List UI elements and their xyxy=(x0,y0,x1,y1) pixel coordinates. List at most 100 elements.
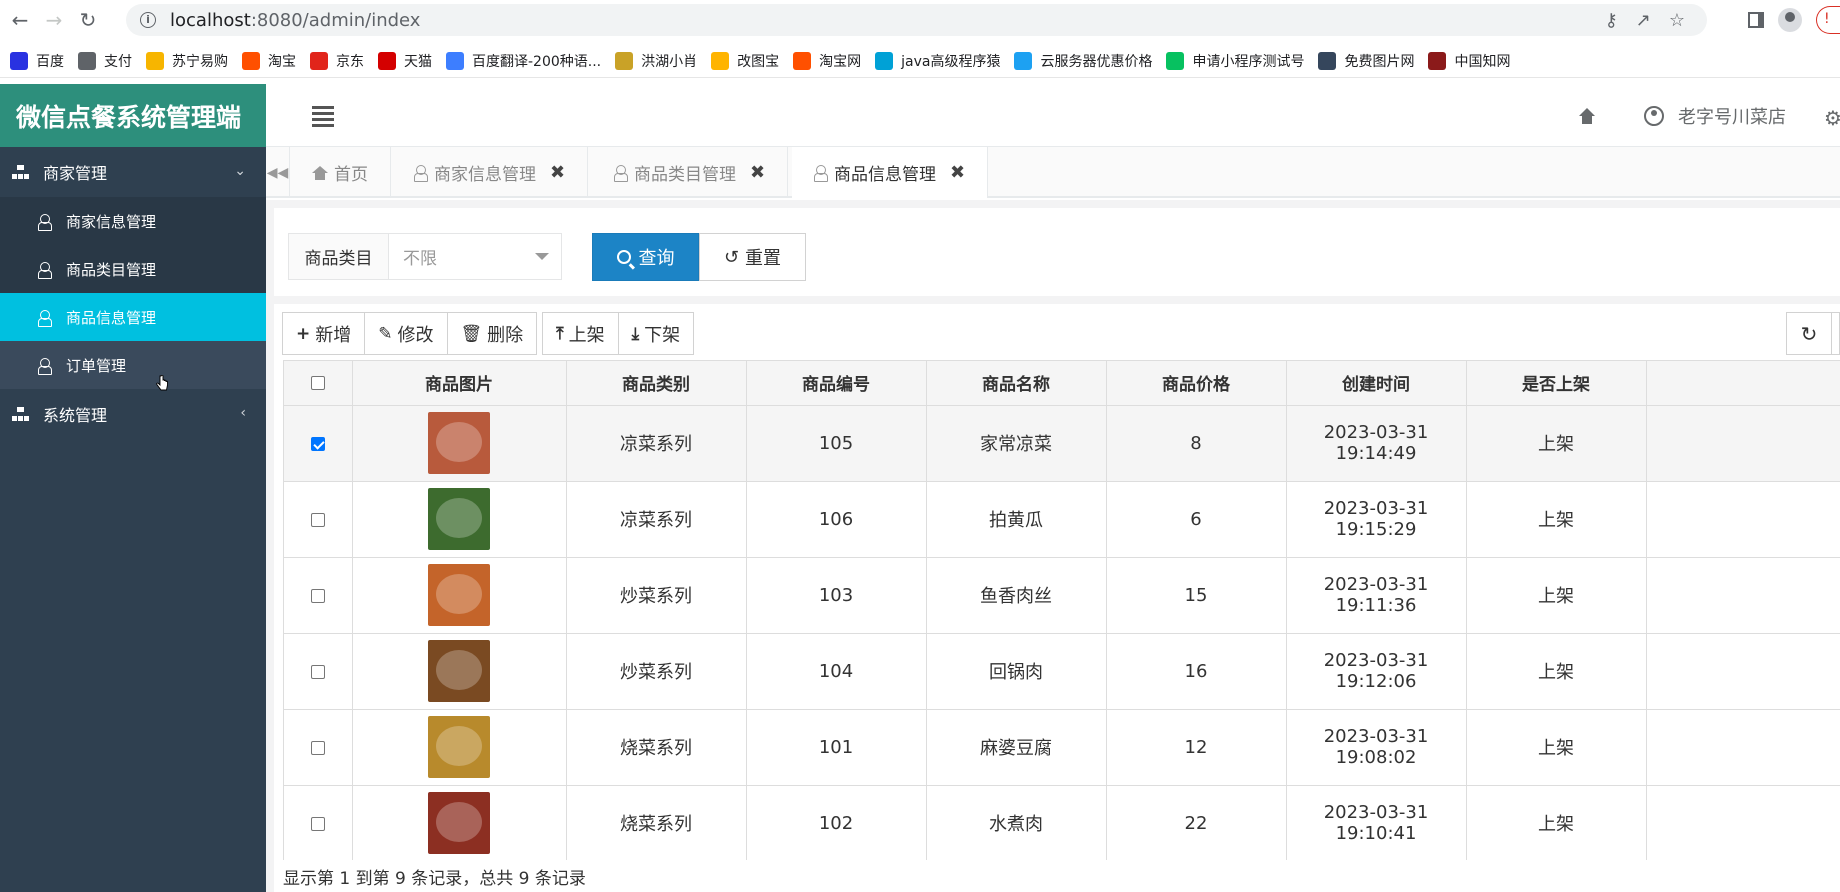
select-all-checkbox[interactable] xyxy=(310,375,325,390)
bookmark-item[interactable]: 百度 xyxy=(10,51,64,71)
row-checkbox[interactable] xyxy=(310,436,325,451)
row-checkbox[interactable] xyxy=(310,816,325,831)
product-thumbnail[interactable] xyxy=(428,640,490,702)
menu-toggle-icon[interactable] xyxy=(312,106,334,127)
back-arrow-icon[interactable]: ← xyxy=(6,6,34,34)
price-cell: 16 xyxy=(1106,633,1287,710)
close-icon[interactable]: ✖ xyxy=(950,162,965,183)
bookmark-label: 申请小程序测试号 xyxy=(1192,53,1305,70)
table-tools: ↻ xyxy=(1786,312,1840,355)
share-icon[interactable]: ↗ xyxy=(1636,10,1651,31)
column-header[interactable]: 商品图片 xyxy=(352,361,567,406)
key-icon[interactable]: ⚷ xyxy=(1605,10,1618,31)
site-info-icon[interactable]: i xyxy=(140,12,156,28)
shelve-button[interactable]: ⤒ 上架 xyxy=(542,312,619,355)
extra-cell xyxy=(1646,557,1840,634)
table-row[interactable]: 炒菜系列 103 鱼香肉丝 15 2023-03-31 19:11:36 上架 xyxy=(284,557,1840,634)
unshelve-button[interactable]: ⤓ 下架 xyxy=(617,312,695,355)
column-header[interactable]: 创建时间 xyxy=(1286,361,1467,406)
sidebar-item-orders[interactable]: 订单管理 xyxy=(0,341,266,389)
price-cell: 6 xyxy=(1106,481,1287,558)
table-row[interactable]: 烧菜系列 101 麻婆豆腐 12 2023-03-31 19:08:02 上架 xyxy=(284,709,1840,786)
tab-merchant-info[interactable]: 商家信息管理 ✖ xyxy=(392,147,589,198)
row-select-cell xyxy=(284,481,353,558)
bookmark-item[interactable]: 京东 xyxy=(310,51,364,71)
category-cell: 烧菜系列 xyxy=(566,785,747,860)
bookmark-item[interactable]: 苏宁易购 xyxy=(146,51,228,71)
side-panel-icon[interactable] xyxy=(1748,12,1764,28)
close-icon[interactable]: ✖ xyxy=(550,162,565,183)
tab-category[interactable]: 商品类目管理 ✖ xyxy=(592,147,789,198)
column-header[interactable]: 是否上架 xyxy=(1466,361,1647,406)
error-badge-icon[interactable]: ! xyxy=(1816,6,1840,34)
category-select-value: 不限 xyxy=(403,249,437,269)
app-title: 微信点餐系统管理端 xyxy=(0,84,266,147)
forward-arrow-icon[interactable]: → xyxy=(40,6,68,34)
product-thumbnail[interactable] xyxy=(428,488,490,550)
menu-group-system[interactable]: 系统管理 ‹ xyxy=(0,389,266,439)
bookmark-label: 苏宁易购 xyxy=(172,53,228,70)
table-row[interactable]: 烧菜系列 102 水煮肉 22 2023-03-31 19:10:41 上架 xyxy=(284,785,1840,860)
reload-icon[interactable]: ↻ xyxy=(74,6,102,34)
add-button[interactable]: + 新增 xyxy=(282,312,366,355)
sidebar-item-merchant-info[interactable]: 商家信息管理 xyxy=(0,197,266,245)
close-icon[interactable]: ✖ xyxy=(750,162,765,183)
bookmark-item[interactable]: 支付 xyxy=(78,51,132,71)
menu-group-label: 系统管理 xyxy=(43,406,108,425)
product-table: 商品图片 商品类别 商品编号 商品名称 商品价格 创建时间 是否上架 凉菜系列 1… xyxy=(283,360,1840,860)
column-header[interactable]: 商品名称 xyxy=(926,361,1107,406)
edit-button[interactable]: ✎ 修改 xyxy=(364,312,448,355)
refresh-icon[interactable]: ↻ xyxy=(1786,312,1832,355)
bookmark-item[interactable]: 改图宝 xyxy=(711,51,779,71)
product-thumbnail[interactable] xyxy=(428,792,490,854)
bookmark-item[interactable]: 淘宝网 xyxy=(793,51,861,71)
gear-icon[interactable]: ⚙ xyxy=(1824,106,1840,130)
table-row[interactable]: 凉菜系列 105 家常凉菜 8 2023-03-31 19:14:49 上架 xyxy=(284,405,1840,482)
table-row[interactable]: 炒菜系列 104 回锅肉 16 2023-03-31 19:12:06 上架 xyxy=(284,633,1840,710)
product-thumbnail[interactable] xyxy=(428,564,490,626)
delete-button[interactable]: 🗑 删除 xyxy=(446,312,538,355)
product-thumbnail[interactable] xyxy=(428,716,490,778)
tab-label: 商品类目管理 xyxy=(634,165,736,185)
bookmark-item[interactable]: 淘宝 xyxy=(242,51,296,71)
row-checkbox[interactable] xyxy=(310,664,325,679)
reset-button[interactable]: ↺ 重置 xyxy=(699,233,806,281)
menu-group-merchant[interactable]: 商家管理 ⌄ xyxy=(0,147,266,197)
plus-icon: + xyxy=(296,323,311,344)
row-checkbox[interactable] xyxy=(310,740,325,755)
profile-avatar-icon[interactable] xyxy=(1778,8,1802,32)
bookmark-item[interactable]: 百度翻译-200种语... xyxy=(446,51,601,71)
column-header[interactable]: 商品价格 xyxy=(1106,361,1287,406)
wechat-icon xyxy=(1166,51,1185,70)
bookmark-item[interactable]: java高级程序猿 xyxy=(875,51,1000,71)
bookmark-item[interactable]: 中国知网 xyxy=(1428,51,1510,71)
username[interactable]: 老字号川菜店 xyxy=(1678,103,1786,129)
bookmark-item[interactable]: 云服务器优惠价格 xyxy=(1014,51,1152,71)
address-bar[interactable]: i localhost:8080/admin/index ⚷ ↗ ☆ xyxy=(126,4,1707,36)
bookmark-label: 免费图片网 xyxy=(1344,53,1415,70)
column-header[interactable]: 商品类别 xyxy=(566,361,747,406)
product-thumbnail[interactable] xyxy=(428,412,490,474)
row-checkbox[interactable] xyxy=(310,588,325,603)
tab-product-info[interactable]: 商品信息管理 ✖ xyxy=(792,147,989,198)
star-icon[interactable]: ☆ xyxy=(1669,10,1685,31)
tabs-scroll-left-icon[interactable]: ◀◀ xyxy=(266,147,290,198)
sidebar-item-category[interactable]: 商品类目管理 xyxy=(0,245,266,293)
sidebar-item-product-info[interactable]: 商品信息管理 xyxy=(0,293,266,341)
name-cell: 家常凉菜 xyxy=(926,405,1107,482)
category-select[interactable]: 不限 xyxy=(388,233,562,280)
home-icon[interactable] xyxy=(1578,107,1596,124)
user-icon xyxy=(38,261,52,279)
bookmark-item[interactable]: 洪湖小肖 xyxy=(615,51,697,71)
table-row[interactable]: 凉菜系列 106 拍黄瓜 6 2023-03-31 19:15:29 上架 xyxy=(284,481,1840,558)
columns-toggle-button[interactable] xyxy=(1832,312,1840,355)
bookmark-item[interactable]: 免费图片网 xyxy=(1318,51,1414,71)
bookmark-item[interactable]: 申请小程序测试号 xyxy=(1166,51,1304,71)
column-header[interactable]: 商品编号 xyxy=(746,361,927,406)
tab-home[interactable]: 首页 xyxy=(290,147,391,198)
suning-icon xyxy=(146,51,164,70)
bookmark-label: 淘宝网 xyxy=(819,53,862,70)
query-button[interactable]: 查询 xyxy=(592,233,699,281)
bookmark-item[interactable]: 天猫 xyxy=(378,51,432,71)
row-checkbox[interactable] xyxy=(310,512,325,527)
